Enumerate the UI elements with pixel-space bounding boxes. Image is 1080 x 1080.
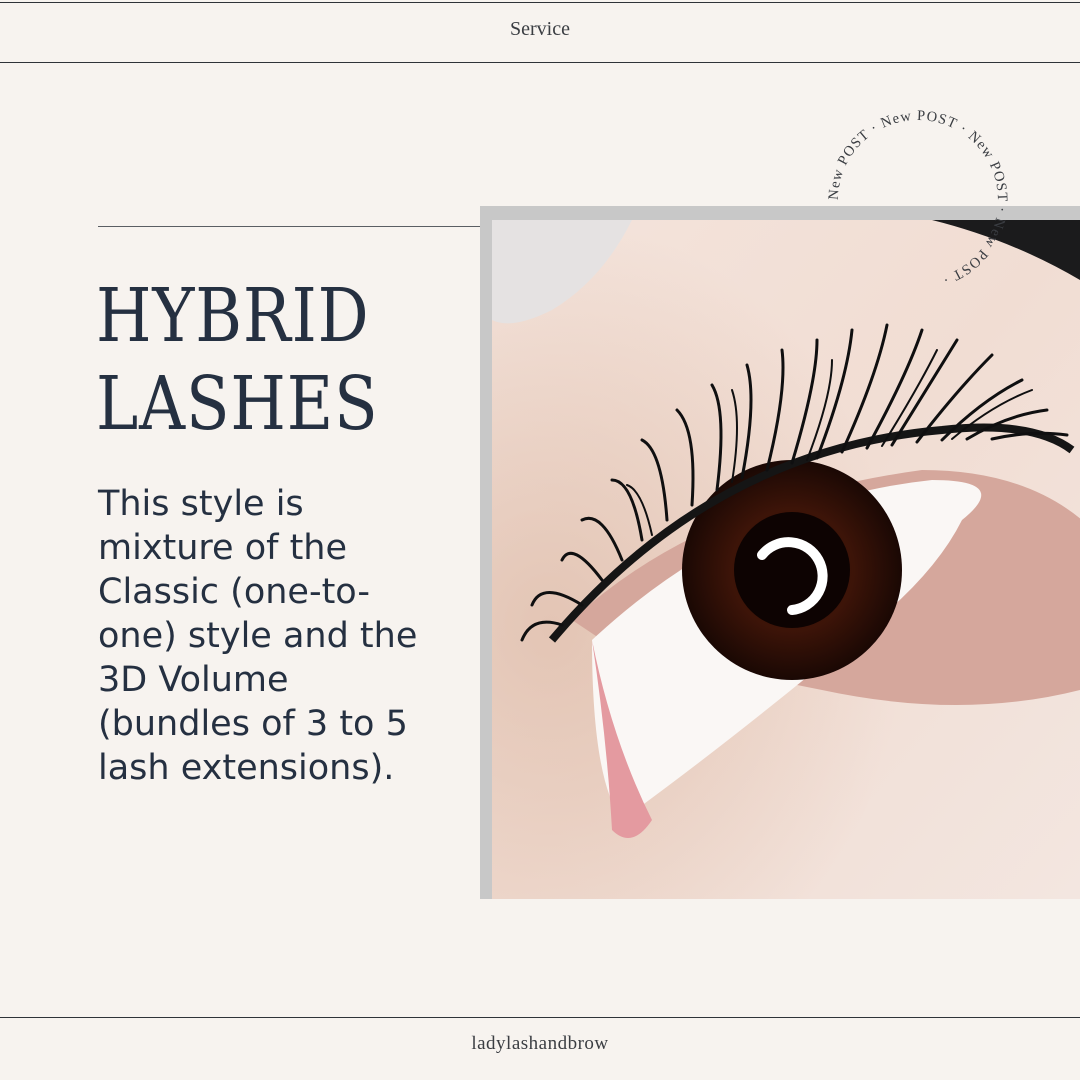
new-post-badge: New POST · New POST · New POST · New POS… xyxy=(826,108,1010,288)
new-post-badge-text: New POST · New POST · New POST · New POS… xyxy=(826,108,1009,288)
footer-handle: ladylashandbrow xyxy=(471,1033,609,1054)
header-top-border xyxy=(0,2,1080,3)
title-line-2: LASHES xyxy=(96,361,379,447)
footer-top-border xyxy=(0,1017,1080,1018)
photo-frame xyxy=(480,206,1080,899)
page-title: HYBRID LASHES xyxy=(96,272,379,448)
header-label: Service xyxy=(510,18,570,40)
title-line-1: HYBRID xyxy=(96,273,370,359)
title-divider xyxy=(98,226,480,227)
header-bottom-border xyxy=(0,62,1080,63)
service-description: This style is mixture of the Classic (on… xyxy=(98,484,418,788)
svg-text:New POST · New POST · New POST: New POST · New POST · New POST · New POS… xyxy=(826,108,1010,288)
eye-lash-photo xyxy=(492,220,1080,899)
